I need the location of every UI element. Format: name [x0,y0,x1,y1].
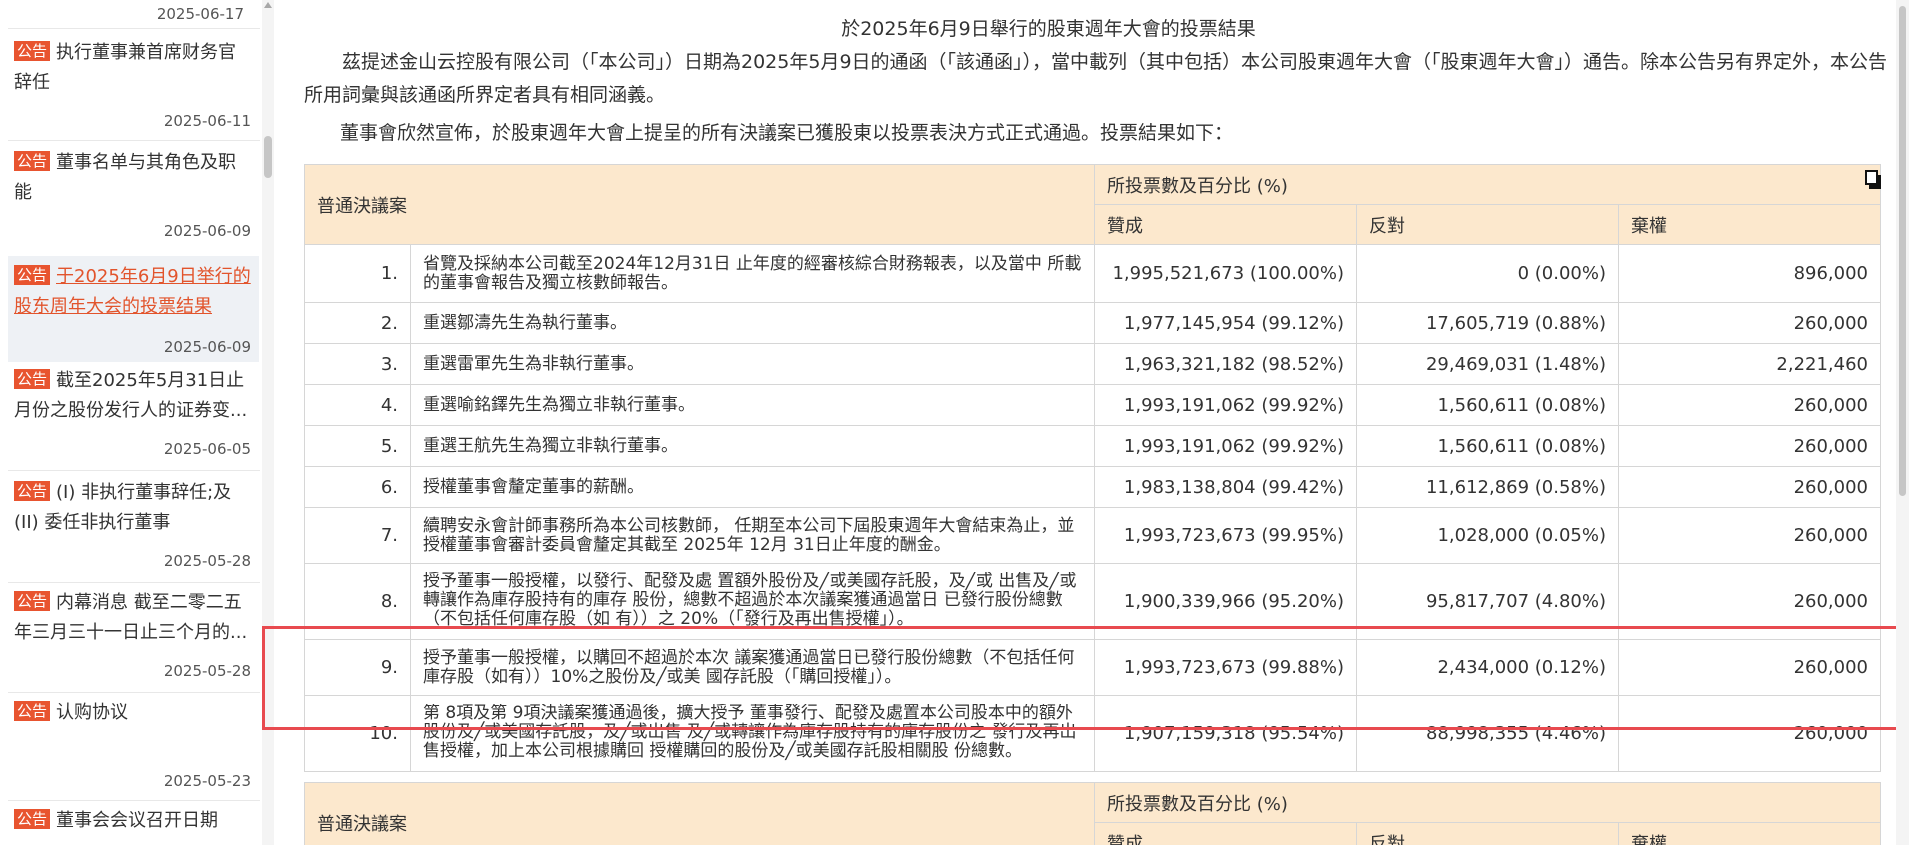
divider [8,800,260,801]
sidebar-scrollbar[interactable] [262,0,274,845]
page-scrollbar-thumb[interactable] [1899,6,1906,496]
list-item-title[interactable]: 公告 执行董事兼首席财务官辞任 [14,38,251,98]
list-item-title[interactable]: 公告 内幕消息 截至二零二五年三月三十一日止三个月的... [14,588,251,648]
list-item-date: 2025-06-05 [163,440,251,458]
summary-paragraph: 董事會欣然宣佈，於股東週年大會上提呈的所有決議案已獲股東以投票表決方式正式通過。… [340,122,1234,144]
list-item-date: 2025-06-09 [163,222,251,240]
table-row: 6. 授權董事會釐定董事的薪酬。 1,983,138,804 (99.42%) … [304,466,1881,508]
header-votes: 所投票數及百分比 (%) [1094,782,1881,823]
list-item-date: 2025-06-17 [156,5,244,23]
notice-badge: 公告 [14,701,51,721]
divider [8,582,260,583]
list-item-title[interactable]: 公告 董事名单与其角色及职能 [14,148,251,208]
notice-badge: 公告 [14,41,51,61]
list-item[interactable]: 公告 内幕消息 截至二零二五年三月三十一日止三个月的... 2025-05-28 [8,588,259,686]
list-item[interactable]: 公告 执行董事兼首席财务官辞任 2025-06-11 [8,38,259,136]
list-item-date: 2025-05-28 [163,662,251,680]
divider [8,470,260,471]
list-item-title[interactable]: 公告 董事会会议召开日期 [14,806,251,836]
list-item-title[interactable]: 公告 认购协议 [14,698,251,728]
list-item-date: 2025-06-11 [163,112,251,130]
list-item[interactable]: 公告 董事会会议召开日期 [8,806,259,845]
poll-results-table: 普通決議案 所投票數及百分比 (%) 贊成 反對 棄權 1. 省覽及採納本公司截… [304,164,1881,772]
page-title: 於2025年6月9日舉行的股東週年大會的投票結果 [841,18,1256,40]
list-item-title[interactable]: 公告 (I) 非执行董事辞任;及(II) 委任非执行董事 [14,478,251,538]
scroll-up-arrow-icon[interactable] [264,2,272,8]
table-row: 10. 第 8項及第 9項決議案獲通過後，擴大授予 董事發行、配發及處置本公司股… [304,695,1881,772]
table-row: 5. 重選王航先生為獨立非執行董事。 1,993,191,062 (99.92%… [304,425,1881,467]
table-row: 1. 省覽及採納本公司截至2024年12月31日 止年度的經審核綜合財務報表，以… [304,244,1881,303]
table-row: 2. 重選鄒濤先生為執行董事。 1,977,145,954 (99.12%) 1… [304,302,1881,344]
notice-badge: 公告 [14,481,51,501]
list-item-title[interactable]: 公告 于2025年6月9日举行的股东周年大会的投票结果 [14,256,251,322]
notice-badge: 公告 [14,151,51,171]
header-against: 反對 [1356,822,1619,845]
table-row: 3. 重選雷軍先生為非執行董事。 1,963,321,182 (98.52%) … [304,343,1881,385]
list-item-title[interactable]: 公告 截至2025年5月31日止月份之股份发行人的证券变... [14,366,251,426]
notice-badge: 公告 [14,369,51,389]
table-row: 4. 重選喻銘鐸先生為獨立非執行董事。 1,993,191,062 (99.92… [304,384,1881,426]
list-item[interactable]: 公告 董事名单与其角色及职能 2025-06-09 [8,148,259,246]
divider [8,140,260,141]
notice-badge: 公告 [14,809,51,829]
sidebar-scrollbar-thumb[interactable] [264,136,272,178]
divider [8,28,260,29]
list-item-active[interactable]: 公告 于2025年6月9日举行的股东周年大会的投票结果 2025-06-09 [8,256,259,362]
header-abstain: 棄權 [1618,822,1881,845]
header-resolution: 普通決議案 [304,782,1095,845]
header-against: 反對 [1356,204,1619,245]
announcement-content: 於2025年6月9日舉行的股東週年大會的投票結果 茲提述金山云控股有限公司（「本… [276,0,1896,845]
list-item-date: 2025-05-28 [163,552,251,570]
header-for: 贊成 [1094,822,1357,845]
table-row: 8. 授予董事一般授權，以發行、配發及處 置額外股份及╱或美國存託股，及╱或 出… [304,563,1881,640]
list-item[interactable]: 公告 截至2025年5月31日止月份之股份发行人的证券变... 2025-06-0… [8,366,259,464]
list-item-date: 2025-06-09 [163,338,251,356]
notice-badge: 公告 [14,265,51,285]
copy-icon[interactable] [1864,169,1884,191]
intro-paragraph: 茲提述金山云控股有限公司（「本公司」）日期為2025年5月9日的通函（「該通函」… [304,51,1888,106]
list-item[interactable]: 公告 (I) 非执行董事辞任;及(II) 委任非执行董事 2025-05-28 [8,478,259,576]
header-abstain: 棄權 [1618,204,1881,245]
notice-badge: 公告 [14,591,51,611]
announcement-sidebar: 2025-06-17 公告 执行董事兼首席财务官辞任 2025-06-11 公告董… [0,0,263,845]
list-item-date: 2025-05-23 [163,772,251,790]
header-for: 贊成 [1094,204,1357,245]
poll-results-table-2: 普通決議案 所投票數及百分比 (%) 贊成 反對 棄權 [304,782,1881,845]
header-votes: 所投票數及百分比 (%) [1094,164,1884,205]
header-resolution: 普通決議案 [304,164,1095,245]
divider [8,692,260,693]
list-item[interactable]: 公告 认购协议 2025-05-23 [8,698,259,796]
table-row: 7. 續聘安永會計師事務所為本公司核數師， 任期至本公司下屆股東週年大會結束為止… [304,507,1881,564]
table-row-highlighted: 9. 授予董事一般授權，以購回不超過於本次 議案獲通過當日已發行股份總數（不包括… [304,639,1881,696]
